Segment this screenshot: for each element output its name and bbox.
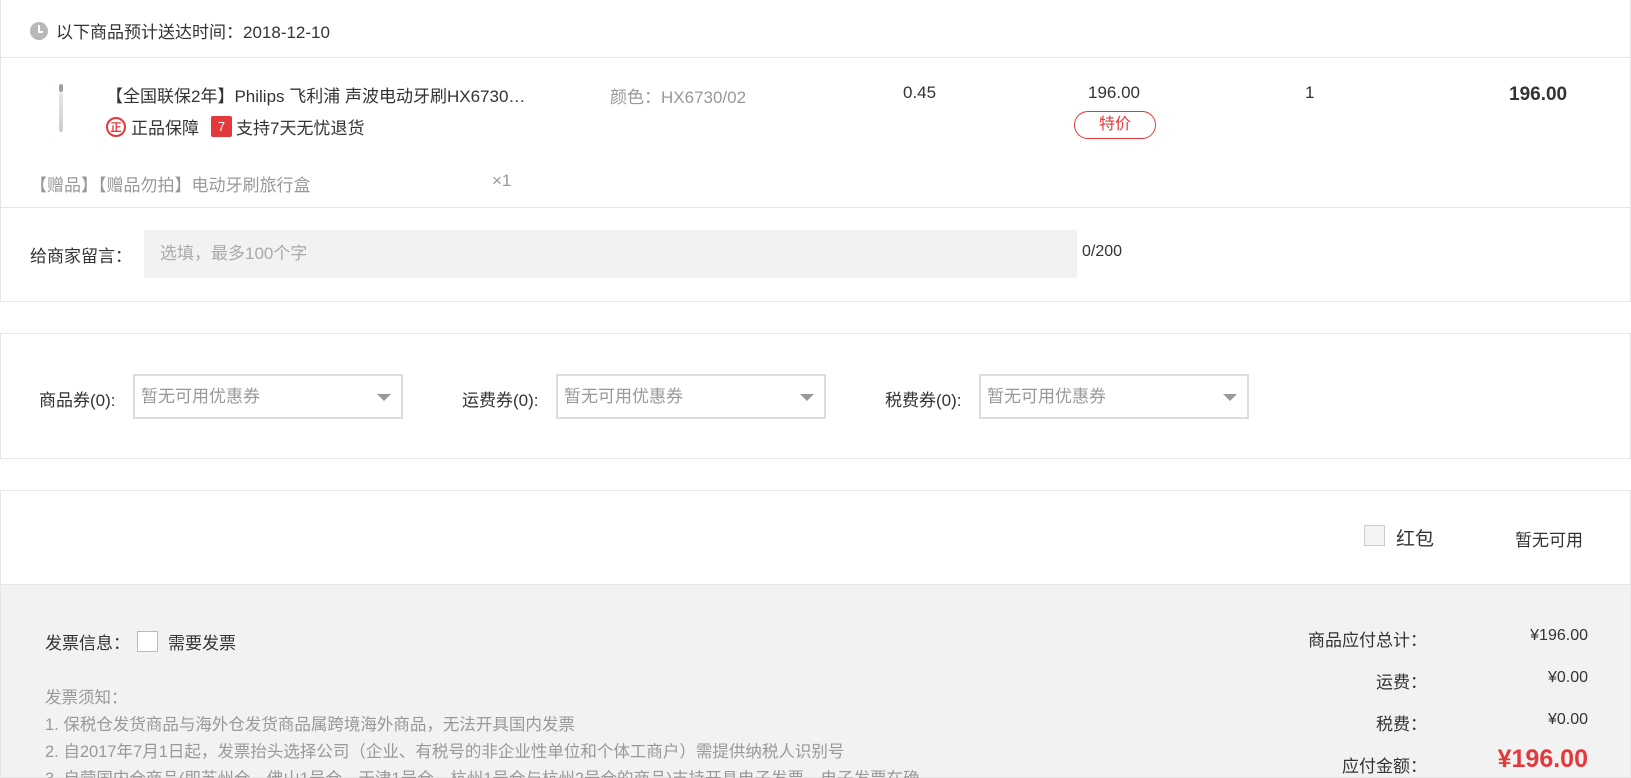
product-color: 颜色：HX6730/02: [610, 88, 747, 107]
chevron-down-icon: [800, 394, 814, 401]
genuine-icon: 正: [106, 116, 126, 137]
goods-coupon-select[interactable]: 暂无可用优惠券: [133, 374, 403, 419]
note-line: 3. 自营国内仓商品(即苏州仓、佛山1号仓、天津1号仓、杭州1号仓与杭州2号仓的…: [45, 766, 920, 778]
tax-value: ¥0.00: [1547, 711, 1588, 728]
invoice-checkbox[interactable]: [137, 631, 158, 652]
goods-total-value: ¥196.00: [1530, 627, 1588, 644]
shipping-coupon-select[interactable]: 暂无可用优惠券: [556, 374, 826, 419]
product-thumbnail[interactable]: [52, 82, 70, 134]
note-line: 2. 自2017年7月1日起，发票抬头选择公司（企业、有税号的非企业性单位和个体…: [45, 743, 845, 761]
clock-icon: [30, 21, 48, 40]
tax-coupon-label: 税费券(0):: [885, 391, 962, 410]
invoice-notes: 发票须知： 1. 保税仓发货商品与海外仓发货商品属跨境海外商品，无法开具国内发票…: [45, 685, 920, 778]
shipping-coupon-value: 暂无可用优惠券: [564, 387, 683, 406]
message-label: 给商家留言：: [30, 247, 132, 266]
shipping-value: ¥0.00: [1547, 669, 1588, 686]
note-line: 1. 保税仓发货商品与海外仓发货商品属跨境海外商品，无法开具国内发票: [45, 716, 575, 734]
red-packet-status: 暂无可用: [1515, 531, 1583, 550]
toothbrush-handle: [59, 92, 63, 132]
payable-amount: ¥196.00: [1497, 745, 1588, 773]
chevron-down-icon: [377, 394, 391, 401]
badge-return: 支持7天无忧退货: [236, 119, 365, 138]
goods-coupon-value: 暂无可用优惠券: [141, 387, 260, 406]
goods-coupon-label: 商品券(0):: [39, 391, 116, 410]
special-price-tag: 特价: [1074, 111, 1156, 139]
tax-coupon-select[interactable]: 暂无可用优惠券: [979, 374, 1249, 419]
invoice-need-label: 需要发票: [168, 634, 236, 653]
message-char-count: 0/200: [1082, 243, 1123, 260]
red-packet-section: [0, 490, 1631, 585]
message-input[interactable]: [144, 230, 1077, 278]
notes-title: 发票须知：: [45, 689, 128, 707]
toothbrush-head: [59, 84, 63, 92]
product-weight: 0.45: [903, 83, 937, 102]
delivery-estimate: 以下商品预计送达时间：2018-12-10: [30, 18, 330, 43]
seven-day-return-icon: 7: [211, 116, 232, 137]
delivery-text: 以下商品预计送达时间：2018-12-10: [56, 23, 330, 42]
tax-coupon-value: 暂无可用优惠券: [987, 387, 1106, 406]
product-price: 196.00: [1088, 83, 1140, 102]
product-title-link[interactable]: 【全国联保2年】Philips 飞利浦 声波电动牙刷HX6730/02: [106, 82, 526, 107]
product-quantity: 1: [1305, 83, 1315, 102]
red-packet-label: 红包: [1396, 529, 1435, 550]
gift-item: 【赠品】【赠品勿拍】电动牙刷旅行盒: [30, 176, 311, 195]
divider: [0, 57, 1631, 58]
chevron-down-icon: [1223, 394, 1237, 401]
service-badges: 正 正品保障 7 支持7天无忧退货: [106, 114, 364, 139]
badge-genuine: 正品保障: [131, 119, 199, 138]
shipping-coupon-label: 运费券(0):: [462, 391, 539, 410]
product-subtotal: 196.00: [1509, 84, 1568, 105]
invoice-label: 发票信息：: [45, 634, 130, 653]
gift-quantity: ×1: [492, 171, 512, 190]
red-packet-checkbox[interactable]: [1364, 525, 1385, 546]
